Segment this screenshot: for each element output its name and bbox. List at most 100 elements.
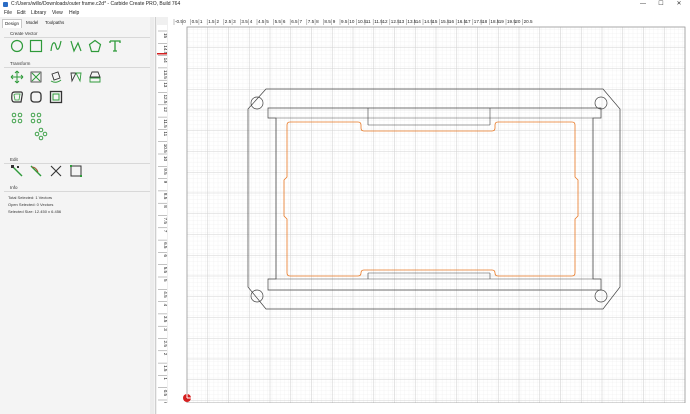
section-edit: Edit xyxy=(10,157,18,162)
menu-bar: File Edit Library View Help xyxy=(0,9,690,17)
ruler-tick-label: 10 xyxy=(349,19,355,24)
section-info: Info xyxy=(10,185,18,190)
rotate-icon xyxy=(50,71,62,83)
ruler-tick-label: 6.5 xyxy=(163,242,167,249)
ruler-tick-label: 9.5 xyxy=(341,19,348,24)
move-tool[interactable] xyxy=(10,70,24,84)
menu-library[interactable]: Library xyxy=(31,9,46,17)
ruler-tick-label: 9.5 xyxy=(163,168,167,175)
ruler-tick-label: 2.5 xyxy=(163,341,167,348)
ruler-tick-label: 5 xyxy=(266,19,269,24)
ruler-tick-label: 6 xyxy=(163,254,167,257)
rectangle-tool[interactable] xyxy=(29,39,43,53)
polygon-tool[interactable] xyxy=(88,39,102,53)
circle-tool[interactable] xyxy=(10,39,24,53)
ruler-tick-label: 3.5 xyxy=(241,19,248,24)
polygon-icon xyxy=(88,39,102,53)
ruler-tick-label: 1 xyxy=(200,19,203,24)
ruler-tick-label: 17 xyxy=(466,19,472,24)
ruler-horizontal: -0.5 0 0.5 1 1.5 2 2.5 3 3.5 4 4.5 5 5.5 6 6.5 7 7.5 8 8.5… xyxy=(168,17,690,25)
ruler-tick-label: 1.5 xyxy=(163,365,167,372)
knife-icon xyxy=(30,165,42,177)
trim-icon xyxy=(50,165,62,177)
menu-view[interactable]: View xyxy=(52,9,63,17)
ruler-cursor-marker xyxy=(157,53,167,55)
mirror-tool[interactable] xyxy=(69,70,83,84)
divider xyxy=(4,191,150,192)
polyline-tool[interactable] xyxy=(69,39,83,53)
ruler-tick-label: 10 xyxy=(163,156,167,162)
ruler-tick-label: 11.5 xyxy=(163,119,167,128)
title-bar: C:/Users/willo/Downloads/outer frame.c2d… xyxy=(0,0,690,9)
move-icon xyxy=(10,70,24,84)
ruler-tick-label: 4 xyxy=(250,19,253,24)
ruler-tick-label: 7.5 xyxy=(163,218,167,225)
knife-tool[interactable] xyxy=(29,164,43,178)
circular-array-tool[interactable] xyxy=(10,111,24,125)
ruler-tick-label: 7.5 xyxy=(308,19,315,24)
ruler-tick-label: 14 xyxy=(163,58,167,64)
ruler-tick-label: 2 xyxy=(163,353,167,356)
menu-file[interactable]: File xyxy=(4,9,12,17)
offset-tool[interactable] xyxy=(10,90,24,104)
menu-edit[interactable]: Edit xyxy=(17,9,26,17)
align-tool[interactable] xyxy=(88,70,102,84)
design-canvas[interactable] xyxy=(168,25,690,403)
ruler-tick-label: 3 xyxy=(163,328,167,331)
close-button[interactable]: ✕ xyxy=(672,0,686,9)
window-title: C:/Users/willo/Downloads/outer frame.c2d… xyxy=(11,1,181,7)
minimize-button[interactable]: — xyxy=(636,0,650,9)
round-corners-tool[interactable] xyxy=(29,90,43,104)
ruler-tick-label: 0.5 xyxy=(163,390,167,397)
section-create-vector: Create Vector xyxy=(10,31,38,36)
tab-toolpaths[interactable]: Toolpaths xyxy=(43,19,66,27)
ruler-tick-label: 20.5 xyxy=(524,19,533,24)
ruler-tick-label: 9 xyxy=(333,19,336,24)
app-icon xyxy=(3,2,8,7)
ruler-tick-label: 0 xyxy=(183,19,186,24)
grid-array-icon xyxy=(30,112,42,124)
rectangle-icon xyxy=(29,39,43,53)
ruler-tick-label: 2.5 xyxy=(225,19,232,24)
grid-array-tool[interactable] xyxy=(29,111,43,125)
ruler-tick-label: 5.5 xyxy=(275,19,282,24)
ruler-tick-label: 7 xyxy=(300,19,303,24)
pattern-icon xyxy=(34,127,48,141)
join-icon xyxy=(70,165,82,177)
ruler-tick-label: 5 xyxy=(163,279,167,282)
align-icon xyxy=(89,71,101,83)
ruler-tick-label: 4.5 xyxy=(258,19,265,24)
panel-scrollbar[interactable] xyxy=(150,17,154,414)
scale-tool[interactable] xyxy=(29,70,43,84)
scale-icon xyxy=(30,71,42,83)
mirror-icon xyxy=(70,72,82,83)
curve-tool[interactable] xyxy=(49,39,63,53)
ruler-tick-label: 12 xyxy=(163,107,167,113)
text-tool[interactable] xyxy=(108,39,122,53)
ruler-tick-label: 14 xyxy=(416,19,422,24)
ruler-tick-label: 7 xyxy=(163,230,167,233)
info-open-selected: Open Selected: 0 Vectors xyxy=(8,202,54,207)
ruler-tick-label: 1.5 xyxy=(208,19,215,24)
text-icon xyxy=(109,40,121,52)
maximize-button[interactable]: ☐ xyxy=(654,0,668,9)
menu-help[interactable]: Help xyxy=(69,9,79,17)
ruler-tick-label: 20 xyxy=(515,19,521,24)
join-tool[interactable] xyxy=(69,164,83,178)
trim-tool[interactable] xyxy=(49,164,63,178)
tab-design[interactable]: Design xyxy=(2,19,23,28)
ruler-tick-label: 15 xyxy=(432,19,438,24)
ruler-tick-label: 5.5 xyxy=(163,267,167,274)
circular-array-icon xyxy=(11,112,23,124)
node-edit-tool[interactable] xyxy=(10,164,24,178)
rotate-tool[interactable] xyxy=(49,70,63,84)
ruler-tick-label: 6 xyxy=(283,19,286,24)
ruler-tick-label: 8.5 xyxy=(163,193,167,200)
section-transform: Transform xyxy=(10,61,31,66)
pattern-tool[interactable] xyxy=(34,127,48,141)
tab-model[interactable]: Model xyxy=(24,19,40,27)
boolean-tool[interactable] xyxy=(49,90,63,104)
ruler-vertical: 15 1 4.5 14 13.5 13 12.5 12 11.5 11 10.5 10 9.5 9 8.5 8… xyxy=(157,25,167,403)
ruler-tick-label: 9 xyxy=(163,181,167,184)
ruler-tick-label: 1 xyxy=(163,377,167,380)
